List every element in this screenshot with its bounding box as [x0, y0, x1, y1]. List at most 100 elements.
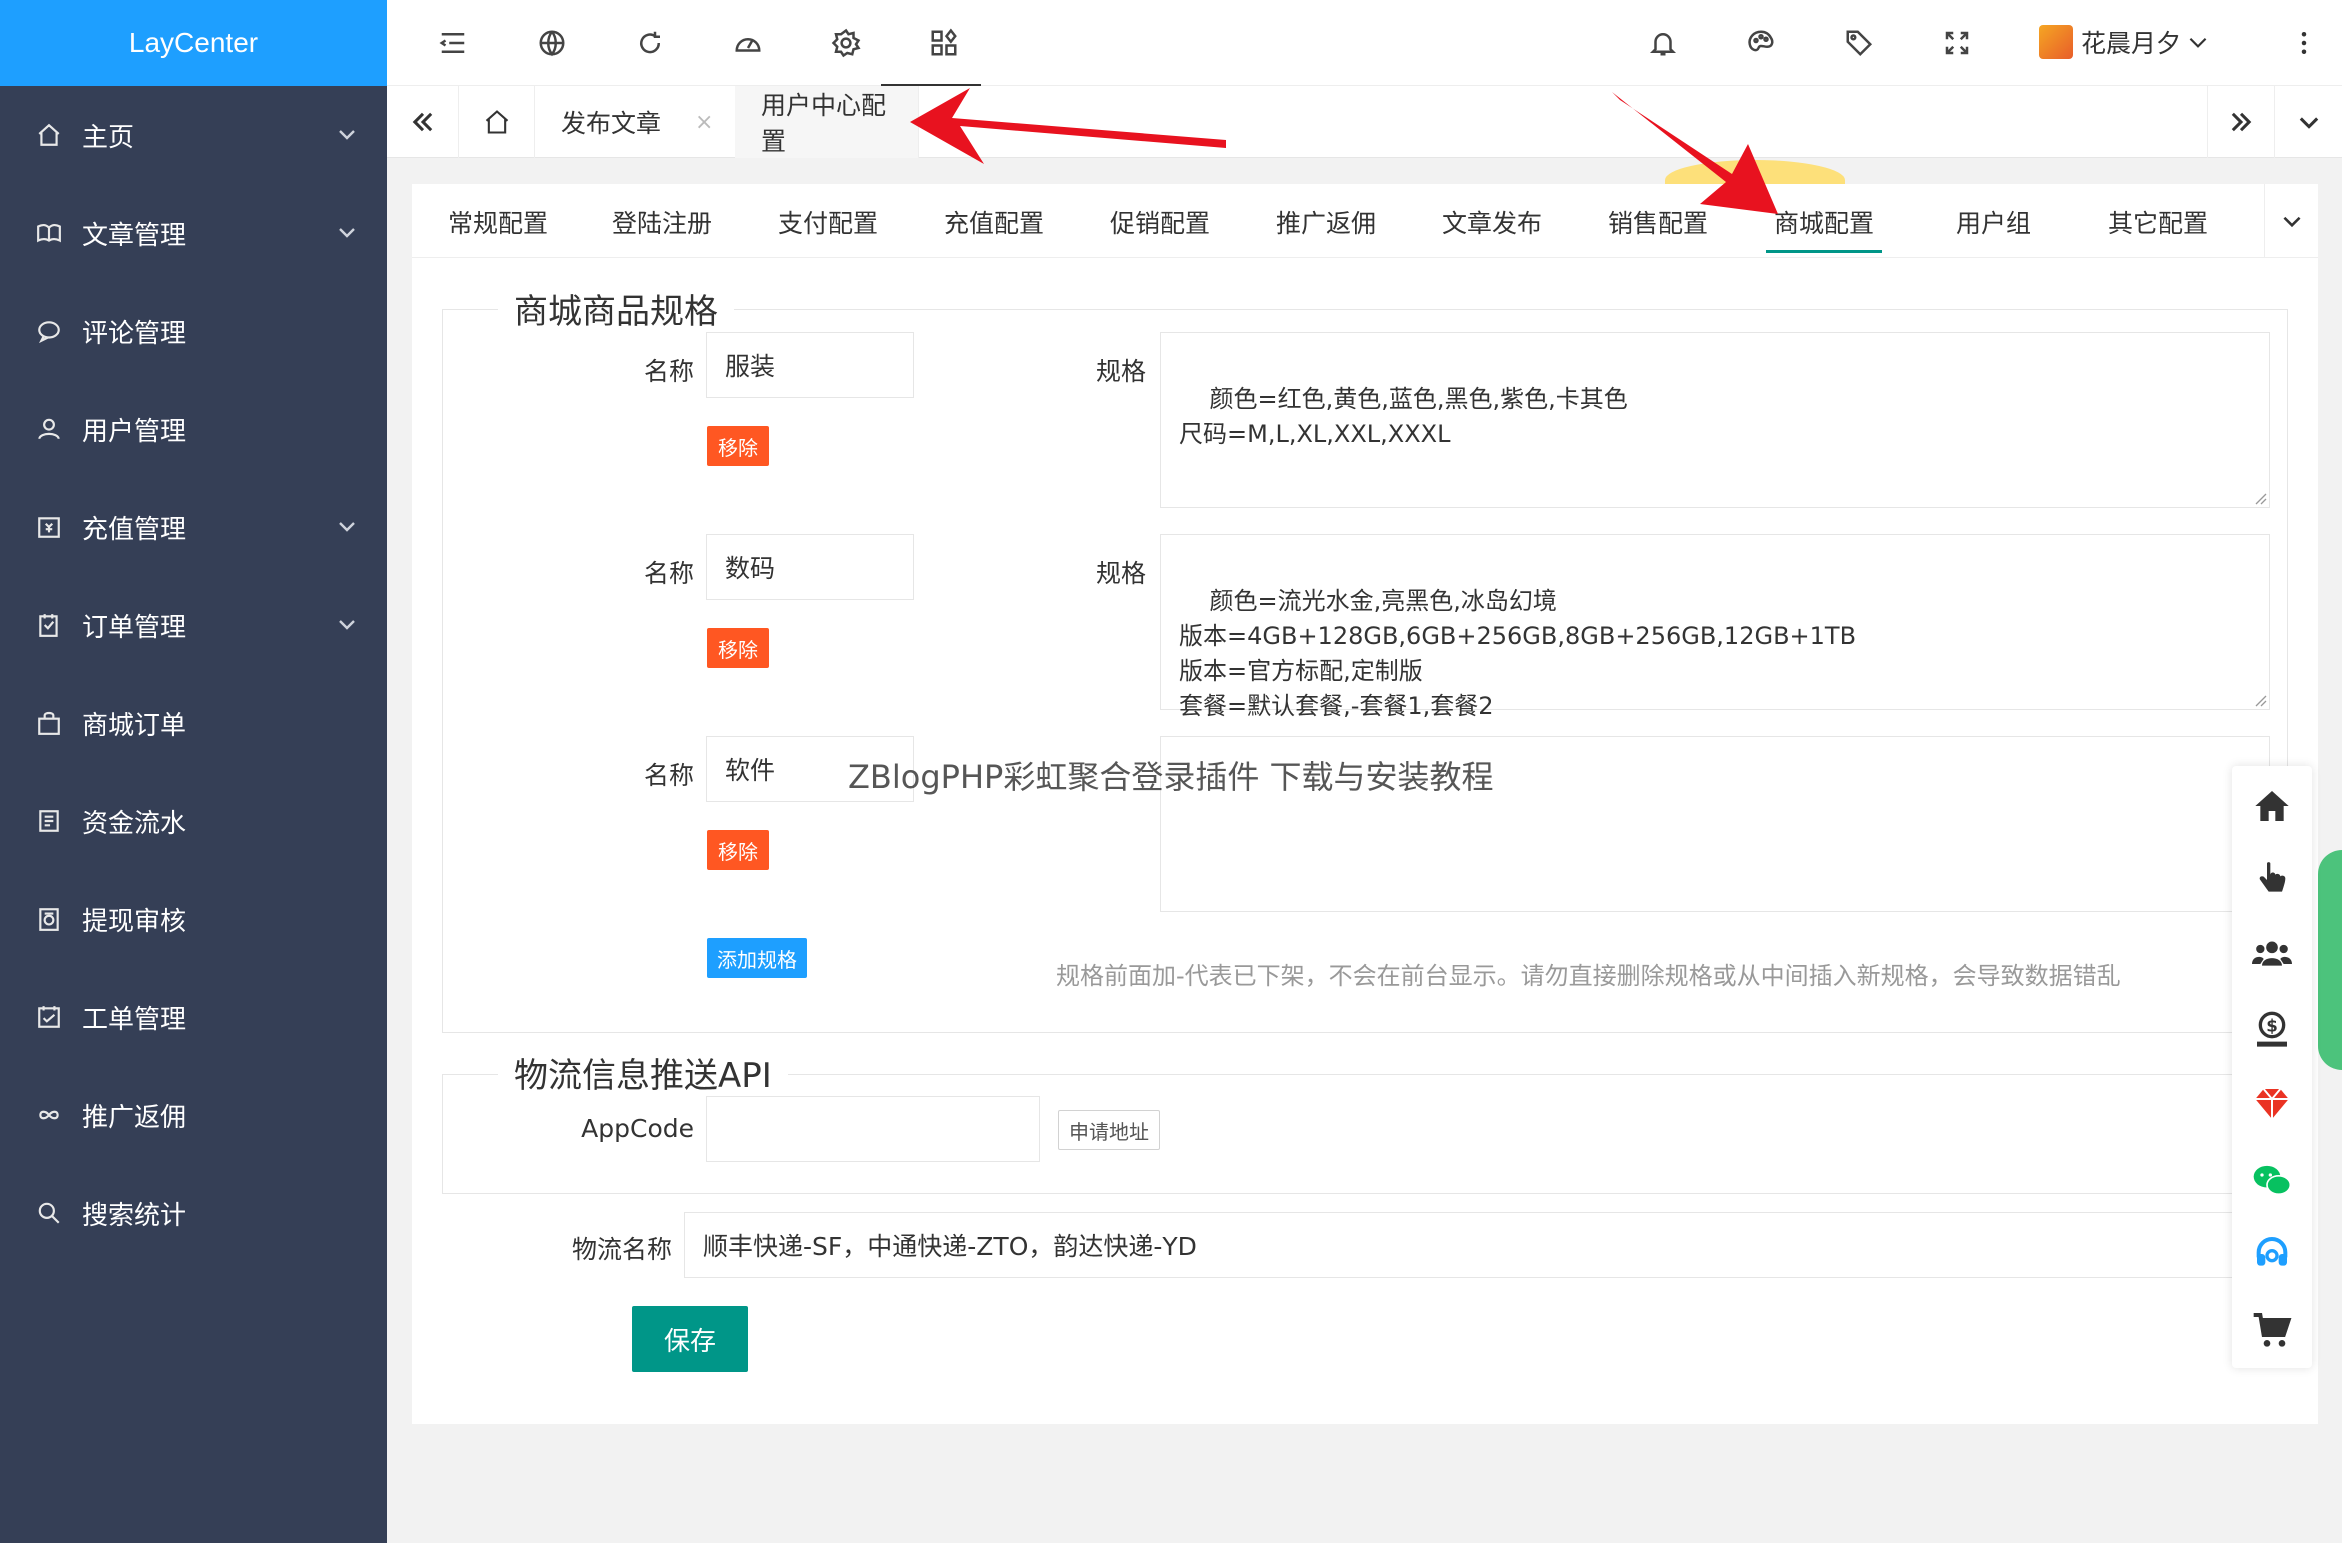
cart-icon[interactable]	[2232, 1300, 2312, 1360]
sidebar-item-shop-orders[interactable]: 商城订单	[0, 674, 387, 772]
sidebar-item-orders[interactable]: 订单管理	[0, 576, 387, 674]
chevron-down-icon	[2189, 37, 2207, 48]
users-icon[interactable]	[2232, 924, 2312, 984]
sidebar-item-recharge[interactable]: 充值管理	[0, 478, 387, 576]
remove-button[interactable]: 移除	[707, 830, 769, 870]
globe-icon[interactable]	[535, 26, 569, 60]
sidebar-item-label: 推广返佣	[82, 1102, 187, 1133]
sidebar-item-articles[interactable]: 文章管理	[0, 184, 387, 282]
tab-user-group[interactable]: 用户组	[1956, 204, 2031, 240]
name-label: 名称	[643, 761, 694, 790]
config-tabs: 常规配置 登陆注册 支付配置 充值配置 促销配置 推广返佣 文章发布 销售配置 …	[412, 184, 2318, 258]
infinity-icon	[34, 1100, 64, 1130]
sidebar-item-home[interactable]: 主页	[0, 86, 387, 184]
gem-icon[interactable]	[2232, 1074, 2312, 1134]
config-card: 常规配置 登陆注册 支付配置 充值配置 促销配置 推广返佣 文章发布 销售配置 …	[412, 184, 2318, 1424]
palette-icon[interactable]	[1744, 26, 1778, 60]
refresh-icon[interactable]	[633, 26, 667, 60]
fullscreen-icon[interactable]	[1940, 26, 1974, 60]
sidebar-item-label: 充值管理	[82, 514, 187, 545]
name-label: 名称	[643, 357, 694, 386]
user-icon	[34, 414, 64, 444]
sidebar-item-label: 资金流水	[82, 808, 187, 839]
sidebar-item-affiliate[interactable]: 推广返佣	[0, 1066, 387, 1164]
gear-icon[interactable]	[829, 26, 863, 60]
tab-other[interactable]: 其它配置	[2108, 204, 2208, 240]
order-icon	[34, 610, 64, 640]
tabs-more-button[interactable]	[2264, 184, 2318, 258]
home-icon[interactable]	[2232, 776, 2312, 836]
add-spec-button[interactable]: 添加规格	[707, 938, 807, 978]
tab-recharge[interactable]: 充值配置	[944, 204, 1044, 240]
search-icon	[34, 1198, 64, 1228]
tab-general[interactable]: 常规配置	[448, 204, 548, 240]
collapse-menu-icon[interactable]	[436, 26, 470, 60]
section-title: 物流信息推送API	[498, 1048, 788, 1097]
tabs-scroll-left-button[interactable]	[387, 86, 459, 158]
hand-pointer-icon[interactable]	[2232, 850, 2312, 910]
apps-icon[interactable]	[927, 26, 961, 60]
ticket-icon	[34, 1002, 64, 1032]
withdraw-icon	[34, 904, 64, 934]
tab-login-register[interactable]: 登陆注册	[612, 204, 712, 240]
watermark-text: ZBlogPHP彩虹聚合登录插件 下载与安装教程	[848, 758, 1494, 796]
sidebar-item-label: 评论管理	[82, 318, 187, 349]
sidebar-item-withdraw[interactable]: 提现审核	[0, 870, 387, 968]
save-button[interactable]: 保存	[632, 1306, 748, 1372]
logistics-name-input[interactable]: 顺丰快递-SF，中通快递-ZTO，韵达快递-YD	[684, 1212, 2284, 1278]
remove-button[interactable]: 移除	[707, 628, 769, 668]
sidebar-item-tickets[interactable]: 工单管理	[0, 968, 387, 1066]
tab-promotion[interactable]: 促销配置	[1110, 204, 1210, 240]
more-vertical-icon[interactable]	[2287, 26, 2321, 60]
wechat-icon[interactable]	[2232, 1150, 2312, 1210]
dashboard-icon[interactable]	[731, 26, 765, 60]
decoration	[2318, 850, 2342, 1070]
tab-user-center-config[interactable]: 用户中心配置	[735, 86, 919, 158]
spec-textarea[interactable]: 颜色=流光水金,亮黑色,冰岛幻境 版本=4GB+128GB,6GB+256GB,…	[1160, 534, 2270, 720]
chevron-down-icon	[335, 220, 359, 244]
tab-publish-article[interactable]: 发布文章 ×	[535, 86, 741, 158]
sidebar-item-label: 搜索统计	[82, 1200, 187, 1231]
name-label: 名称	[643, 559, 694, 588]
sidebar-item-label: 工单管理	[82, 1004, 187, 1035]
headset-icon[interactable]	[2232, 1224, 2312, 1284]
spec-name-input[interactable]: 数码	[706, 534, 914, 600]
sidebar-item-label: 订单管理	[82, 612, 187, 643]
tabs-scroll-right-button[interactable]	[2207, 86, 2275, 158]
sidebar-item-users[interactable]: 用户管理	[0, 380, 387, 478]
bell-icon[interactable]	[1646, 26, 1680, 60]
tabs-dropdown-button[interactable]	[2275, 86, 2342, 158]
appcode-input[interactable]	[706, 1096, 1040, 1162]
resize-grip-icon[interactable]	[2253, 693, 2267, 707]
resize-grip-icon[interactable]	[2253, 491, 2267, 505]
tab-payment[interactable]: 支付配置	[778, 204, 878, 240]
tab-shop[interactable]: 商城配置	[1765, 204, 1883, 253]
tab-home[interactable]	[459, 86, 535, 158]
chevron-down-icon	[335, 514, 359, 538]
top-header: 花晨月夕	[387, 0, 2342, 87]
sidebar-item-comments[interactable]: 评论管理	[0, 282, 387, 380]
remove-button[interactable]: 移除	[707, 426, 769, 466]
comment-icon	[34, 316, 64, 346]
tab-affiliate[interactable]: 推广返佣	[1276, 204, 1376, 240]
app-logo[interactable]: LayCenter	[0, 0, 387, 86]
tab-sales[interactable]: 销售配置	[1608, 204, 1708, 240]
user-menu[interactable]: 花晨月夕	[2039, 24, 2211, 60]
close-icon[interactable]: ×	[695, 110, 713, 135]
sidebar-item-search-stats[interactable]: 搜索统计	[0, 1164, 387, 1262]
sidebar-item-funds[interactable]: 资金流水	[0, 772, 387, 870]
spec-label: 规格	[1095, 357, 1146, 386]
apply-link-button[interactable]: 申请地址	[1058, 1110, 1160, 1150]
spec-textarea[interactable]: 颜色=红色,黄色,蓝色,黑色,紫色,卡其色 尺码=M,L,XL,XXL,XXXL	[1160, 332, 2270, 508]
book-icon	[34, 218, 64, 248]
tag-icon[interactable]	[1842, 26, 1876, 60]
appcode-label: AppCode	[581, 1114, 694, 1143]
spec-hint: 规格前面加-代表已下架，不会在前台显示。请勿直接删除规格或从中间插入新规格，会导…	[1056, 962, 2121, 990]
chevron-down-icon	[335, 122, 359, 146]
spec-name-input[interactable]: 服装	[706, 332, 914, 398]
spec-label: 规格	[1095, 559, 1146, 588]
money-icon[interactable]: $	[2232, 1000, 2312, 1060]
tab-article-publish[interactable]: 文章发布	[1442, 204, 1542, 240]
chevron-down-icon	[335, 612, 359, 636]
sidebar-item-label: 文章管理	[82, 220, 187, 251]
